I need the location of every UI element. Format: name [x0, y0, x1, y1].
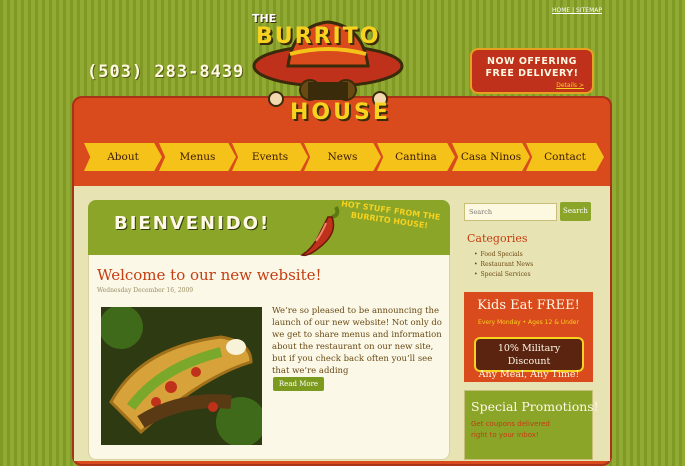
logo-burrito: BURRITO	[256, 24, 381, 49]
logo-house: HOUSE	[290, 100, 391, 125]
search-input[interactable]	[464, 203, 557, 221]
top-links: HOME | SITEMAP	[552, 7, 602, 14]
nav-contact[interactable]: Contact	[526, 143, 604, 171]
promo-subtitle: Get coupons delivered right to your inbo…	[471, 420, 550, 439]
taco-image	[101, 307, 262, 445]
categories-title: Categories	[467, 232, 528, 245]
chili-pepper-icon	[300, 206, 340, 257]
home-link[interactable]: HOME	[552, 7, 570, 14]
military-line2: Any Meal, Any Time!	[478, 369, 580, 380]
post-title[interactable]: Welcome to our new website!	[97, 266, 322, 284]
post-body: We’re so pleased to be announcing the la…	[272, 306, 442, 376]
sitemap-link[interactable]: SITEMAP	[576, 7, 602, 14]
nav-cantina[interactable]: Cantina	[377, 143, 455, 171]
main-nav: About Menus Events News Cantina Casa Nin…	[84, 143, 604, 171]
military-discount-box[interactable]: 10% Military Discount Any Meal, Any Time…	[474, 337, 584, 380]
read-more-button[interactable]: Read More	[273, 377, 324, 391]
delivery-details-link[interactable]: Details >	[556, 82, 584, 89]
nav-events[interactable]: Events	[232, 143, 308, 171]
delivery-title: NOW OFFERING FREE DELIVERY!	[472, 56, 592, 80]
delivery-title-line2: FREE DELIVERY!	[485, 68, 579, 79]
delivery-promo: NOW OFFERING FREE DELIVERY! Details >	[470, 48, 594, 94]
nav-menus[interactable]: Menus	[159, 143, 236, 171]
category-special-services[interactable]: Special Services	[474, 271, 531, 278]
category-restaurant-news[interactable]: Restaurant News	[474, 261, 534, 268]
promo-title: Special Promotions!	[471, 399, 599, 414]
nav-about[interactable]: About	[84, 143, 162, 171]
kids-title: Kids Eat FREE!	[477, 298, 580, 313]
delivery-title-line1: NOW OFFERING	[487, 56, 577, 67]
military-line1: 10% Military Discount	[497, 343, 561, 367]
kids-subtitle: Every Monday • Ages 12 & Under	[478, 319, 579, 326]
nav-news[interactable]: News	[304, 143, 381, 171]
phone-number: (503) 283-8439	[87, 62, 245, 82]
category-food-specials[interactable]: Food Specials	[474, 251, 523, 258]
post-date: Wednesday December 16, 2009	[97, 287, 194, 294]
search-button[interactable]: Search	[560, 202, 591, 221]
nav-casa-ninos[interactable]: Casa Ninos	[452, 143, 530, 171]
banner-greeting: BIENVENIDO!	[114, 213, 271, 234]
